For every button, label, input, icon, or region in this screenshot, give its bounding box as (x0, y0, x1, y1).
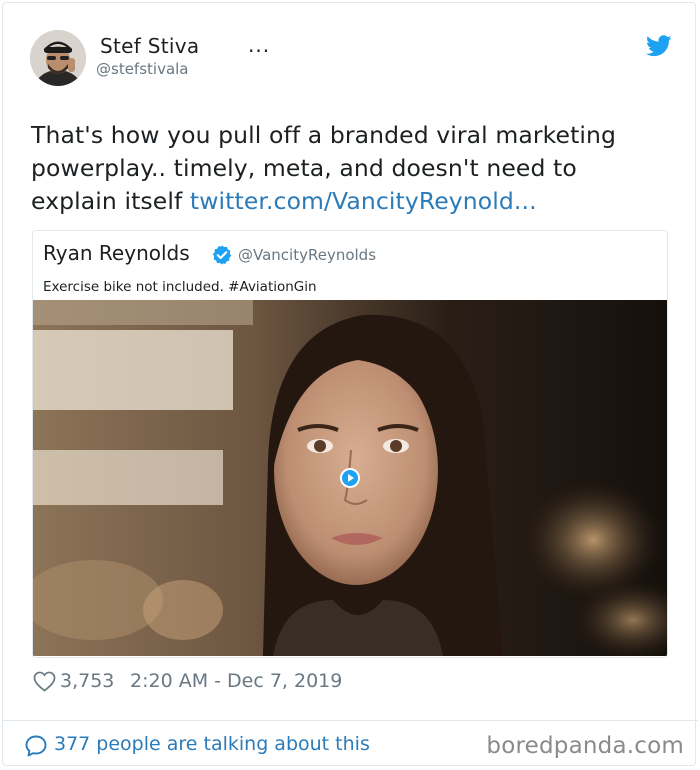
speech-bubble-icon[interactable] (24, 734, 48, 758)
quoted-display-name[interactable]: Ryan Reynolds (43, 241, 190, 265)
tweet-text: That's how you pull off a branded viral … (31, 119, 661, 218)
display-name[interactable]: Stef Stiva (100, 34, 199, 58)
tweet-header: Stef Stiva ... @stefstivala (30, 30, 672, 88)
tweet-link[interactable]: twitter.com/VancityReynold... (190, 187, 537, 215)
quoted-tweet-header: Ryan Reynolds @VancityReynolds Exercise … (43, 239, 657, 299)
footer-divider (2, 720, 698, 721)
watermark: boredpanda.com (486, 733, 684, 759)
avatar[interactable] (30, 30, 86, 86)
twitter-bird-icon[interactable] (646, 35, 672, 57)
tweet-timestamp[interactable]: 2:20 AM - Dec 7, 2019 (130, 670, 342, 692)
quoted-user-handle[interactable]: @VancityReynolds (238, 246, 376, 264)
tweet-footer: 377 people are talking about this boredp… (24, 732, 684, 760)
verified-badge-icon (212, 245, 232, 265)
heart-icon[interactable] (33, 671, 56, 692)
more-options[interactable]: ... (248, 33, 270, 57)
quoted-tweet[interactable]: Ryan Reynolds @VancityReynolds Exercise … (32, 230, 668, 658)
like-count[interactable]: 3,753 (60, 670, 114, 692)
video-thumbnail[interactable] (33, 300, 667, 656)
conversation-link[interactable]: 377 people are talking about this (54, 733, 370, 755)
play-icon[interactable] (339, 467, 361, 489)
quoted-tweet-text: Exercise bike not included. #AviationGin (43, 279, 317, 295)
user-handle[interactable]: @stefstivala (96, 60, 189, 78)
